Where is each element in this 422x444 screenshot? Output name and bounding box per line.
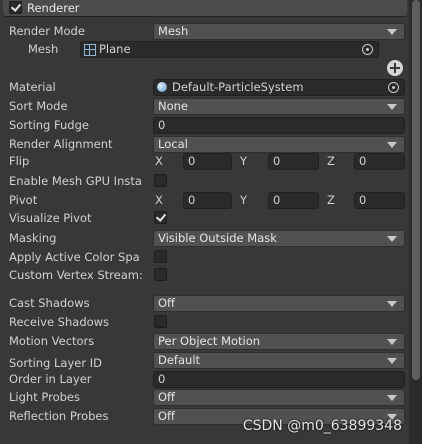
sorting-fudge-label: Sorting Fudge <box>9 118 89 132</box>
enable-mesh-gpu-checkbox[interactable] <box>154 174 167 187</box>
material-sphere-icon <box>157 82 167 92</box>
cast-shadows-label: Cast Shadows <box>9 296 90 310</box>
render-alignment-dropdown[interactable]: Local <box>153 136 405 153</box>
light-probes-value: Off <box>158 390 175 404</box>
pivot-z-label: Z <box>327 193 335 207</box>
renderer-module-header[interactable]: Renderer <box>3 0 407 17</box>
pivot-label: Pivot <box>9 193 38 207</box>
pivot-x-input[interactable]: 0 <box>183 192 232 209</box>
sort-mode-value: None <box>158 99 189 113</box>
custom-vertex-streams-label: Custom Vertex Stream: <box>9 268 143 282</box>
apply-active-color-label: Apply Active Color Spa <box>9 250 140 264</box>
pivot-z-input[interactable]: 0 <box>354 192 405 209</box>
sorting-fudge-input[interactable]: 0 <box>153 117 405 134</box>
chevron-down-icon <box>387 339 397 345</box>
flip-label: Flip <box>9 154 30 168</box>
sort-mode-dropdown[interactable]: None <box>153 98 405 115</box>
chevron-down-icon <box>387 395 397 401</box>
flip-z-input[interactable]: 0 <box>354 153 405 170</box>
scrollbar-thumb[interactable] <box>412 0 420 380</box>
renderer-title: Renderer <box>27 1 80 15</box>
mesh-label: Mesh <box>28 42 59 56</box>
receive-shadows-checkbox[interactable] <box>154 315 167 328</box>
flip-y-input[interactable]: 0 <box>268 153 319 170</box>
sorting-layer-value: Default <box>158 353 201 367</box>
object-picker-icon[interactable] <box>388 82 399 93</box>
flip-y-label: Y <box>240 154 248 168</box>
mesh-value: Plane <box>99 42 131 56</box>
material-object-field[interactable]: Default-ParticleSystem <box>153 79 405 96</box>
chevron-down-icon <box>387 142 397 148</box>
masking-dropdown[interactable]: Visible Outside Mask <box>153 230 405 247</box>
order-in-layer-label: Order in Layer <box>9 372 92 386</box>
motion-vectors-label: Motion Vectors <box>9 334 95 348</box>
chevron-down-icon <box>387 236 397 242</box>
flip-z-label: Z <box>327 154 335 168</box>
plus-circle-icon[interactable] <box>387 60 403 76</box>
apply-active-color-checkbox[interactable] <box>154 250 167 263</box>
render-alignment-value: Local <box>158 137 188 151</box>
light-probes-label: Light Probes <box>9 390 80 404</box>
pivot-y-input[interactable]: 0 <box>268 192 319 209</box>
render-mode-value: Mesh <box>158 24 189 38</box>
reflection-probes-label: Reflection Probes <box>9 409 109 423</box>
motion-vectors-dropdown[interactable]: Per Object Motion <box>153 333 405 350</box>
receive-shadows-label: Receive Shadows <box>9 315 110 329</box>
material-value: Default-ParticleSystem <box>172 80 304 94</box>
sorting-layer-label: Sorting Layer ID <box>9 356 102 370</box>
motion-vectors-value: Per Object Motion <box>158 334 261 348</box>
render-mode-label: Render Mode <box>9 24 85 38</box>
flip-x-input[interactable]: 0 <box>183 153 232 170</box>
sorting-layer-dropdown[interactable]: Default <box>153 352 405 369</box>
chevron-down-icon <box>387 29 397 35</box>
object-picker-icon[interactable] <box>362 44 373 55</box>
custom-vertex-streams-checkbox[interactable] <box>154 268 167 281</box>
mesh-grid-icon <box>84 44 96 56</box>
inspector-panel: Renderer Render Mode Mesh Mesh Plane Mat… <box>0 0 422 444</box>
material-label: Material <box>9 80 56 94</box>
renderer-enabled-checkbox[interactable] <box>9 1 22 14</box>
masking-value: Visible Outside Mask <box>158 231 277 245</box>
chevron-down-icon <box>387 301 397 307</box>
render-alignment-label: Render Alignment <box>9 137 113 151</box>
masking-label: Masking <box>9 231 57 245</box>
sort-mode-label: Sort Mode <box>9 99 68 113</box>
chevron-down-icon <box>387 358 397 364</box>
visualize-pivot-label: Visualize Pivot <box>9 211 92 225</box>
flip-x-label: X <box>155 154 163 168</box>
order-in-layer-input[interactable]: 0 <box>153 371 405 388</box>
enable-mesh-gpu-label: Enable Mesh GPU Insta <box>9 174 142 188</box>
visualize-pivot-checkbox[interactable] <box>154 211 167 224</box>
cast-shadows-dropdown[interactable]: Off <box>153 295 405 312</box>
cast-shadows-value: Off <box>158 296 175 310</box>
pivot-x-label: X <box>155 193 163 207</box>
reflection-probes-value: Off <box>158 409 175 423</box>
mesh-object-field[interactable]: Plane <box>80 41 379 58</box>
chevron-down-icon <box>387 104 397 110</box>
pivot-y-label: Y <box>240 193 248 207</box>
light-probes-dropdown[interactable]: Off <box>153 389 405 406</box>
render-mode-dropdown[interactable]: Mesh <box>153 23 405 40</box>
watermark-text: CSDN @m0_63899348 <box>242 418 402 434</box>
